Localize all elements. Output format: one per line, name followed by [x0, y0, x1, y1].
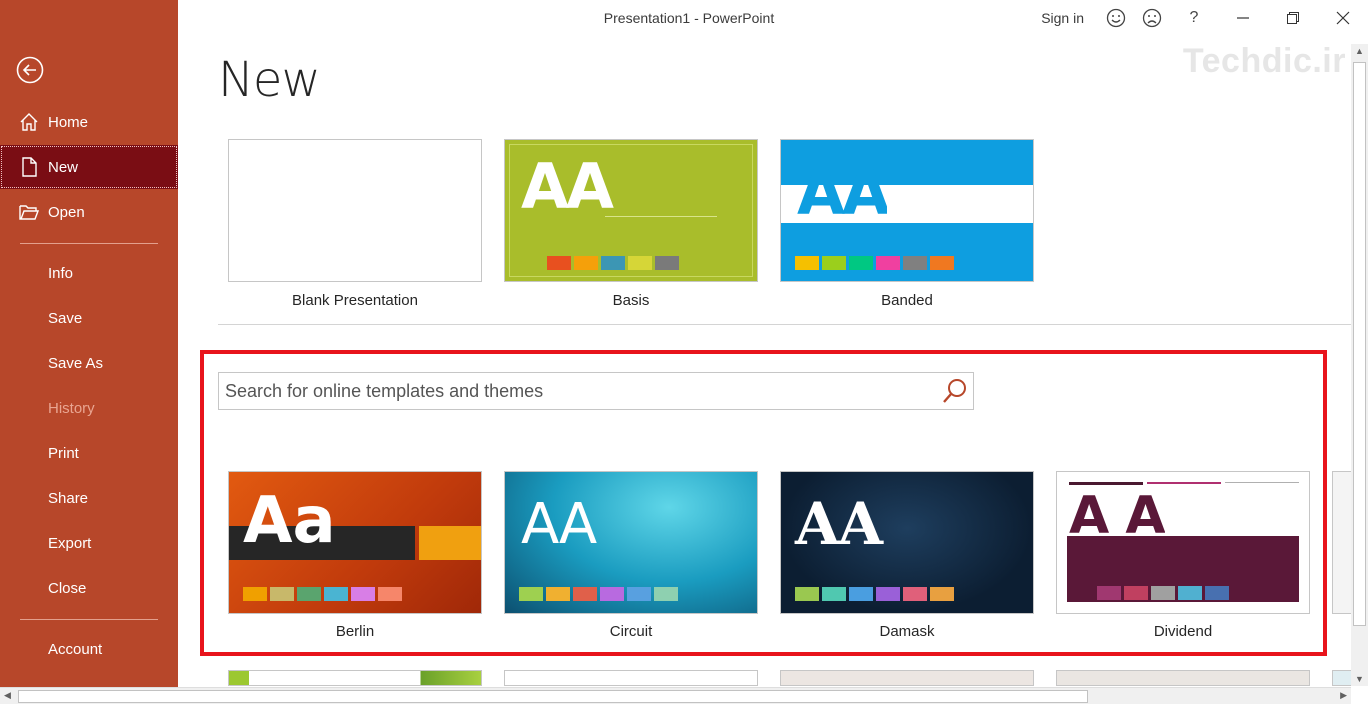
- theme-preview-text: AA: [797, 162, 887, 218]
- template-label: Blank Presentation: [292, 292, 418, 309]
- color-swatches: [519, 587, 681, 601]
- scrollbar-thumb[interactable]: [18, 690, 1088, 703]
- sidebar-item-close[interactable]: Close: [0, 566, 178, 610]
- sidebar-divider: [20, 619, 158, 620]
- help-icon[interactable]: ?: [1170, 0, 1218, 36]
- template-label: Basis: [612, 292, 650, 309]
- restore-button[interactable]: [1268, 0, 1318, 36]
- template-label: Damask: [879, 623, 935, 640]
- close-window-button[interactable]: [1318, 0, 1368, 36]
- sidebar-item-print[interactable]: Print: [0, 431, 178, 475]
- color-swatches: [547, 256, 682, 270]
- template-tile-circuit[interactable]: AA: [504, 471, 758, 614]
- new-document-icon: [18, 156, 40, 178]
- watermark-text: Techdic.ir: [1182, 42, 1346, 80]
- color-swatches: [795, 587, 957, 601]
- theme-preview-text: AA: [795, 490, 883, 558]
- sidebar-item-new[interactable]: New: [0, 145, 178, 189]
- titlebar-controls: Sign in ?: [1041, 0, 1368, 36]
- search-icon[interactable]: [937, 373, 973, 409]
- template-tile-banded[interactable]: AA: [780, 139, 1034, 282]
- template-label: Circuit: [609, 623, 653, 640]
- section-divider: [218, 324, 1356, 325]
- sidebar-item-label: Save: [48, 309, 83, 327]
- theme-preview-text: AA: [521, 150, 614, 223]
- template-label: Banded: [881, 292, 933, 309]
- sidebar-item-label: History: [48, 399, 95, 417]
- sidebar-item-label: Export: [48, 534, 92, 552]
- theme-preview-text: A A: [1069, 490, 1165, 536]
- sidebar-item-label: Account: [48, 640, 103, 658]
- template-tile-partial[interactable]: [1332, 471, 1352, 614]
- color-swatches: [243, 587, 405, 601]
- template-tile-partial[interactable]: [780, 670, 1034, 686]
- theme-preview-text: AA: [521, 492, 597, 557]
- vertical-scrollbar[interactable]: ▲ ▼: [1351, 44, 1368, 686]
- scroll-right-icon[interactable]: ▶: [1340, 690, 1347, 701]
- template-tile-partial[interactable]: [228, 670, 482, 686]
- sidebar-divider: [20, 243, 158, 244]
- sidebar-item-label: Info: [48, 264, 74, 282]
- template-tile-partial[interactable]: [1332, 670, 1352, 686]
- scroll-up-icon[interactable]: ▲: [1355, 46, 1364, 56]
- sidebar-item-export[interactable]: Export: [0, 521, 178, 565]
- sidebar-item-save-as[interactable]: Save As: [0, 341, 178, 385]
- backstage-sidebar: Home New Open Info Save Save As History …: [0, 0, 178, 704]
- home-icon: [18, 111, 40, 133]
- sidebar-item-label: New: [48, 158, 79, 176]
- search-input[interactable]: [225, 374, 937, 408]
- color-swatches: [1097, 586, 1232, 600]
- color-swatches: [795, 256, 957, 270]
- back-arrow-icon[interactable]: [16, 56, 44, 84]
- template-tile-partial[interactable]: [504, 670, 758, 686]
- sidebar-item-account[interactable]: Account: [0, 627, 178, 671]
- minimize-button[interactable]: [1218, 0, 1268, 36]
- sidebar-item-label: Save As: [48, 354, 104, 372]
- horizontal-scrollbar[interactable]: ◀ ▶: [0, 687, 1351, 704]
- sidebar-item-label: Open: [48, 203, 85, 221]
- scroll-left-icon[interactable]: ◀: [4, 690, 11, 701]
- sidebar-item-label: Close: [48, 579, 87, 597]
- scrollbar-thumb[interactable]: [1353, 62, 1366, 626]
- sidebar-item-history: History: [0, 386, 178, 430]
- sidebar-item-share[interactable]: Share: [0, 476, 178, 520]
- sidebar-item-open[interactable]: Open: [0, 190, 178, 234]
- template-tile-berlin[interactable]: Aa: [228, 471, 482, 614]
- open-folder-icon: [18, 201, 40, 223]
- sidebar-item-save[interactable]: Save: [0, 296, 178, 340]
- template-tile-dividend[interactable]: A A: [1056, 471, 1310, 614]
- sidebar-item-label: Home: [48, 113, 89, 131]
- template-search-box: [218, 372, 974, 410]
- smile-feedback-icon[interactable]: [1098, 0, 1134, 36]
- sidebar-item-label: Print: [48, 444, 79, 462]
- template-label: Dividend: [1153, 623, 1213, 640]
- theme-preview-text: Aa: [243, 484, 336, 558]
- sidebar-item-label: Share: [48, 489, 89, 507]
- template-tile-damask[interactable]: AA: [780, 471, 1034, 614]
- page-title: New: [218, 52, 321, 108]
- template-tile-blank[interactable]: [228, 139, 482, 282]
- scroll-down-icon[interactable]: ▼: [1355, 674, 1364, 684]
- frown-feedback-icon[interactable]: [1134, 0, 1170, 36]
- template-tile-partial[interactable]: [1056, 670, 1310, 686]
- template-label: Berlin: [335, 623, 375, 640]
- sidebar-item-info[interactable]: Info: [0, 251, 178, 295]
- template-tile-basis[interactable]: AA: [504, 139, 758, 282]
- sidebar-item-home[interactable]: Home: [0, 100, 178, 144]
- sign-in-link[interactable]: Sign in: [1041, 10, 1084, 26]
